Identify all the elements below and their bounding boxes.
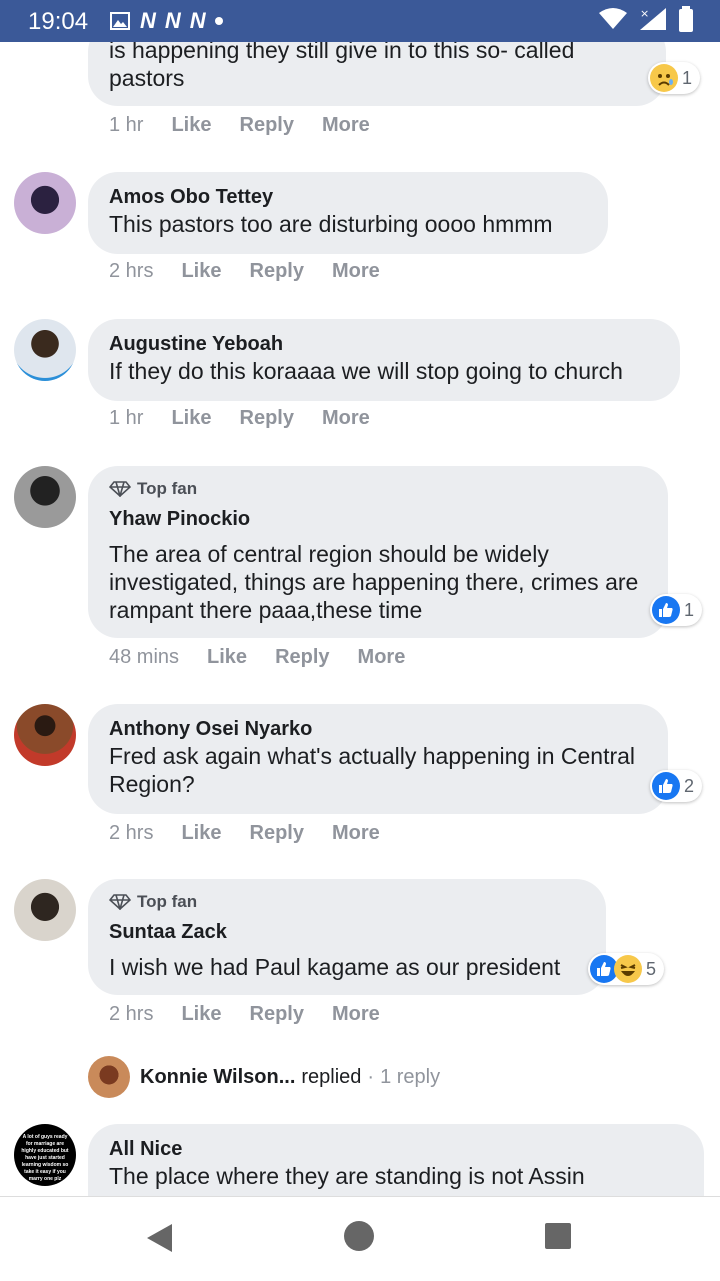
comment-text: Fred ask again what's actually happening… (109, 743, 636, 797)
comment-text: This pastors too are disturbing oooo hmm… (109, 211, 553, 237)
comment-actions: 2 hrs Like Reply More (109, 1003, 408, 1026)
reply-verb: replied (301, 1065, 362, 1088)
network-n-icon: N (164, 8, 181, 33)
top-fan-badge: Top fan (109, 478, 648, 500)
comment-time: 1 hr (109, 407, 144, 429)
android-nav-bar (0, 1196, 720, 1281)
more-button[interactable]: More (322, 114, 370, 137)
comment-author[interactable]: Anthony Osei Nyarko (109, 716, 648, 742)
reaction-count[interactable]: 1 (650, 594, 703, 626)
comment-text: If they do this koraaaa we will stop goi… (109, 358, 623, 384)
reply-count: 1 reply (380, 1065, 441, 1088)
avatar[interactable] (14, 319, 76, 381)
reaction-count-text: 1 (684, 599, 695, 620)
comment-text: I wish we had Paul kagame as our preside… (109, 954, 561, 980)
reply-button[interactable]: Reply (250, 1003, 304, 1026)
battery-icon (679, 6, 693, 32)
top-fan-label: Top fan (137, 892, 198, 911)
comment-actions: 1 hr Like Reply More (109, 114, 398, 137)
comment-author[interactable]: Yhaw Pinockio (109, 506, 648, 532)
comment-author[interactable]: Suntaa Zack (109, 919, 586, 945)
reaction-count-text: 2 (684, 775, 695, 796)
comment-actions: 48 mins Like Reply More (109, 646, 433, 669)
wifi-icon (599, 8, 627, 29)
comment-author[interactable]: Amos Obo Tettey (109, 184, 588, 210)
more-button[interactable]: More (322, 407, 370, 430)
svg-text:×: × (640, 7, 649, 20)
comments-feed[interactable]: is happening they still give in to this … (0, 42, 720, 1196)
comment-text: The area of central region should be wid… (109, 541, 639, 623)
view-replies-link[interactable]: Konnie Wilson... replied · 1 reply (88, 1056, 440, 1098)
avatar[interactable]: A lot of guys ready for marriage are hig… (14, 1124, 76, 1186)
status-system-icons: × (598, 6, 694, 32)
reply-button[interactable]: Reply (240, 407, 294, 430)
reply-separator: · (367, 1065, 375, 1088)
reply-author: Konnie Wilson... (140, 1065, 296, 1088)
comment-bubble[interactable]: Top fan Suntaa Zack I wish we had Paul k… (88, 879, 606, 995)
comment-bubble[interactable]: Amos Obo Tettey This pastors too are dis… (88, 172, 608, 254)
comment-actions: 1 hr Like Reply More (109, 407, 398, 430)
like-button[interactable]: Like (171, 114, 211, 137)
reaction-count-text: 5 (646, 958, 657, 979)
status-notification-icons: N N N (110, 8, 223, 34)
comment-actions: 2 hrs Like Reply More (109, 822, 408, 845)
avatar[interactable] (14, 879, 76, 941)
haha-emoji-icon (614, 955, 642, 983)
comment-bubble[interactable]: Anthony Osei Nyarko Fred ask again what'… (88, 704, 668, 814)
more-button[interactable]: More (332, 1003, 380, 1026)
comment-author[interactable]: All Nice (109, 1136, 684, 1162)
comment-bubble[interactable]: Top fan Yhaw Pinockio The area of centra… (88, 466, 668, 638)
notification-dot-icon (214, 17, 223, 25)
reaction-count[interactable]: 2 (650, 770, 703, 802)
reaction-count[interactable]: 5 (588, 953, 665, 985)
comment-text: is happening they still give in to this … (109, 42, 575, 91)
like-button[interactable]: Like (181, 1003, 221, 1026)
comment-time: 48 mins (109, 646, 180, 668)
reaction-count-text: 1 (682, 67, 693, 88)
comment-bubble[interactable]: is happening they still give in to this … (88, 42, 666, 106)
recents-icon[interactable] (544, 1222, 572, 1250)
comment-time: 1 hr (109, 114, 144, 136)
avatar[interactable] (14, 466, 76, 528)
like-reaction-icon (652, 596, 680, 624)
comment-time: 2 hrs (109, 822, 154, 844)
reply-avatar (88, 1056, 130, 1098)
reply-button[interactable]: Reply (275, 646, 329, 669)
comment-author[interactable]: Augustine Yeboah (109, 331, 660, 357)
like-button[interactable]: Like (181, 822, 221, 845)
like-button[interactable]: Like (207, 646, 247, 669)
reply-button[interactable]: Reply (250, 260, 304, 283)
comment-text: The place where they are standing is not… (109, 1163, 585, 1189)
more-button[interactable]: More (332, 260, 380, 283)
sad-emoji-icon (650, 64, 678, 92)
reply-button[interactable]: Reply (240, 114, 294, 137)
home-icon[interactable] (343, 1220, 375, 1252)
network-n-icon: N (189, 8, 206, 33)
top-fan-label: Top fan (137, 479, 198, 498)
like-reaction-icon (652, 772, 680, 800)
comment-actions: 2 hrs Like Reply More (109, 260, 408, 283)
comment-bubble[interactable]: Augustine Yeboah If they do this koraaaa… (88, 319, 680, 401)
diamond-icon (109, 894, 131, 910)
comment-time: 2 hrs (109, 260, 154, 282)
like-button[interactable]: Like (181, 260, 221, 283)
gallery-icon (110, 12, 130, 30)
status-time: 19:04 (28, 8, 89, 35)
avatar[interactable] (14, 704, 76, 766)
diamond-icon (109, 481, 131, 497)
more-button[interactable]: More (332, 822, 380, 845)
top-fan-badge: Top fan (109, 891, 586, 913)
signal-icon: × (640, 7, 666, 30)
comment-time: 2 hrs (109, 1003, 154, 1025)
reaction-count[interactable]: 1 (648, 62, 701, 94)
back-icon[interactable] (144, 1221, 174, 1255)
like-button[interactable]: Like (171, 407, 211, 430)
comment-bubble[interactable]: All Nice The place where they are standi… (88, 1124, 704, 1196)
more-button[interactable]: More (358, 646, 406, 669)
status-bar: 19:04 N N N × (0, 0, 720, 42)
avatar[interactable] (14, 172, 76, 234)
reply-button[interactable]: Reply (250, 822, 304, 845)
network-n-icon: N (140, 8, 156, 33)
